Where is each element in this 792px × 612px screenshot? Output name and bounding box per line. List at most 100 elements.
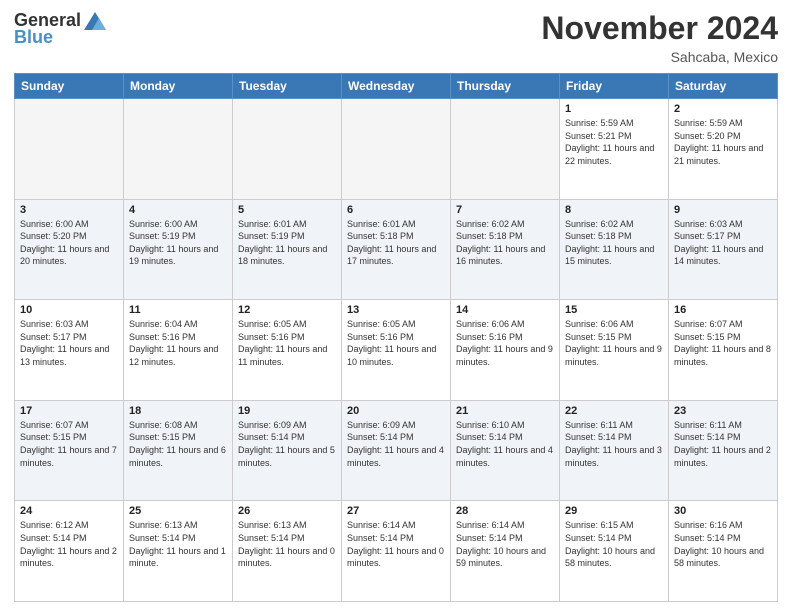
logo-blue: Blue [14,27,53,48]
day-info: Sunrise: 6:09 AM Sunset: 5:14 PM Dayligh… [347,419,445,469]
day-number: 21 [456,405,554,417]
day-number: 18 [129,405,227,417]
calendar-cell: 15 Sunrise: 6:06 AM Sunset: 5:15 PM Dayli… [560,300,669,401]
day-number: 22 [565,405,663,417]
calendar-cell: 9 Sunrise: 6:03 AM Sunset: 5:17 PM Daylig… [669,199,778,300]
day-info: Sunrise: 6:04 AM Sunset: 5:16 PM Dayligh… [129,318,227,368]
day-number: 13 [347,304,445,316]
day-number: 26 [238,505,336,517]
calendar-cell: 4 Sunrise: 6:00 AM Sunset: 5:19 PM Daylig… [124,199,233,300]
calendar-week-row: 17 Sunrise: 6:07 AM Sunset: 5:15 PM Dayli… [15,400,778,501]
calendar-cell [15,99,124,200]
location: Sahcaba, Mexico [541,49,778,65]
col-header-saturday: Saturday [669,74,778,99]
day-number: 12 [238,304,336,316]
day-number: 27 [347,505,445,517]
calendar-cell [451,99,560,200]
col-header-tuesday: Tuesday [233,74,342,99]
day-number: 9 [674,204,772,216]
calendar-cell: 28 Sunrise: 6:14 AM Sunset: 5:14 PM Dayli… [451,501,560,602]
calendar-cell: 11 Sunrise: 6:04 AM Sunset: 5:16 PM Dayli… [124,300,233,401]
day-info: Sunrise: 6:15 AM Sunset: 5:14 PM Dayligh… [565,519,663,569]
day-info: Sunrise: 6:01 AM Sunset: 5:18 PM Dayligh… [347,218,445,268]
calendar: SundayMondayTuesdayWednesdayThursdayFrid… [14,73,778,602]
calendar-cell: 8 Sunrise: 6:02 AM Sunset: 5:18 PM Daylig… [560,199,669,300]
day-number: 28 [456,505,554,517]
day-number: 20 [347,405,445,417]
col-header-thursday: Thursday [451,74,560,99]
day-number: 10 [20,304,118,316]
day-info: Sunrise: 6:07 AM Sunset: 5:15 PM Dayligh… [674,318,772,368]
calendar-cell: 14Sunrise: 6:06 AM Sunset: 5:16 PM Dayli… [451,300,560,401]
calendar-cell: 24Sunrise: 6:12 AM Sunset: 5:14 PM Dayli… [15,501,124,602]
calendar-cell: 29Sunrise: 6:15 AM Sunset: 5:14 PM Dayli… [560,501,669,602]
calendar-week-row: 24Sunrise: 6:12 AM Sunset: 5:14 PM Dayli… [15,501,778,602]
calendar-cell: 2 Sunrise: 5:59 AM Sunset: 5:20 PM Daylig… [669,99,778,200]
day-info: Sunrise: 6:03 AM Sunset: 5:17 PM Dayligh… [674,218,772,268]
day-number: 24 [20,505,118,517]
day-info: Sunrise: 6:05 AM Sunset: 5:16 PM Dayligh… [347,318,445,368]
logo: General Blue [14,10,106,48]
day-number: 4 [129,204,227,216]
calendar-week-row: 1Sunrise: 5:59 AM Sunset: 5:21 PM Daylig… [15,99,778,200]
day-info: Sunrise: 6:05 AM Sunset: 5:16 PM Dayligh… [238,318,336,368]
calendar-cell [342,99,451,200]
col-header-wednesday: Wednesday [342,74,451,99]
day-info: Sunrise: 5:59 AM Sunset: 5:20 PM Dayligh… [674,117,772,167]
day-info: Sunrise: 6:13 AM Sunset: 5:14 PM Dayligh… [238,519,336,569]
calendar-week-row: 10 Sunrise: 6:03 AM Sunset: 5:17 PM Dayli… [15,300,778,401]
day-number: 15 [565,304,663,316]
day-info: Sunrise: 6:14 AM Sunset: 5:14 PM Dayligh… [347,519,445,569]
day-info: Sunrise: 6:06 AM Sunset: 5:16 PM Dayligh… [456,318,554,368]
day-info: Sunrise: 6:07 AM Sunset: 5:15 PM Dayligh… [20,419,118,469]
day-number: 30 [674,505,772,517]
day-info: Sunrise: 6:00 AM Sunset: 5:19 PM Dayligh… [129,218,227,268]
calendar-cell: 3Sunrise: 6:00 AM Sunset: 5:20 PM Daylig… [15,199,124,300]
calendar-cell [124,99,233,200]
day-info: Sunrise: 6:09 AM Sunset: 5:14 PM Dayligh… [238,419,336,469]
header: General Blue November 2024 Sahcaba, Mexi… [14,10,778,65]
day-number: 11 [129,304,227,316]
month-title: November 2024 [541,10,778,47]
calendar-cell: 22 Sunrise: 6:11 AM Sunset: 5:14 PM Dayli… [560,400,669,501]
day-info: Sunrise: 6:01 AM Sunset: 5:19 PM Dayligh… [238,218,336,268]
day-info: Sunrise: 6:13 AM Sunset: 5:14 PM Dayligh… [129,519,227,569]
day-info: Sunrise: 6:06 AM Sunset: 5:15 PM Dayligh… [565,318,663,368]
day-info: Sunrise: 6:02 AM Sunset: 5:18 PM Dayligh… [565,218,663,268]
calendar-cell: 18 Sunrise: 6:08 AM Sunset: 5:15 PM Dayli… [124,400,233,501]
day-info: Sunrise: 6:03 AM Sunset: 5:17 PM Dayligh… [20,318,118,368]
calendar-cell: 5 Sunrise: 6:01 AM Sunset: 5:19 PM Daylig… [233,199,342,300]
calendar-cell: 1Sunrise: 5:59 AM Sunset: 5:21 PM Daylig… [560,99,669,200]
calendar-cell: 16 Sunrise: 6:07 AM Sunset: 5:15 PM Dayli… [669,300,778,401]
calendar-cell: 12 Sunrise: 6:05 AM Sunset: 5:16 PM Dayli… [233,300,342,401]
calendar-cell: 27 Sunrise: 6:14 AM Sunset: 5:14 PM Dayli… [342,501,451,602]
calendar-cell: 19Sunrise: 6:09 AM Sunset: 5:14 PM Dayli… [233,400,342,501]
calendar-cell: 6Sunrise: 6:01 AM Sunset: 5:18 PM Daylig… [342,199,451,300]
day-number: 2 [674,103,772,115]
title-area: November 2024 Sahcaba, Mexico [541,10,778,65]
day-number: 5 [238,204,336,216]
day-info: Sunrise: 6:11 AM Sunset: 5:14 PM Dayligh… [565,419,663,469]
day-info: Sunrise: 6:02 AM Sunset: 5:18 PM Dayligh… [456,218,554,268]
day-info: Sunrise: 5:59 AM Sunset: 5:21 PM Dayligh… [565,117,663,167]
calendar-cell: 10 Sunrise: 6:03 AM Sunset: 5:17 PM Dayli… [15,300,124,401]
calendar-cell: 26 Sunrise: 6:13 AM Sunset: 5:14 PM Dayli… [233,501,342,602]
page: General Blue November 2024 Sahcaba, Mexi… [0,0,792,612]
day-info: Sunrise: 6:16 AM Sunset: 5:14 PM Dayligh… [674,519,772,569]
day-number: 23 [674,405,772,417]
calendar-cell: 23Sunrise: 6:11 AM Sunset: 5:14 PM Dayli… [669,400,778,501]
logo-icon [84,12,106,30]
day-info: Sunrise: 6:14 AM Sunset: 5:14 PM Dayligh… [456,519,554,569]
calendar-cell [233,99,342,200]
calendar-cell: 7 Sunrise: 6:02 AM Sunset: 5:18 PM Daylig… [451,199,560,300]
calendar-cell: 17 Sunrise: 6:07 AM Sunset: 5:15 PM Dayli… [15,400,124,501]
calendar-header-row: SundayMondayTuesdayWednesdayThursdayFrid… [15,74,778,99]
day-number: 8 [565,204,663,216]
calendar-cell: 21Sunrise: 6:10 AM Sunset: 5:14 PM Dayli… [451,400,560,501]
day-number: 16 [674,304,772,316]
day-info: Sunrise: 6:08 AM Sunset: 5:15 PM Dayligh… [129,419,227,469]
day-number: 17 [20,405,118,417]
calendar-cell: 30 Sunrise: 6:16 AM Sunset: 5:14 PM Dayli… [669,501,778,602]
day-number: 7 [456,204,554,216]
col-header-friday: Friday [560,74,669,99]
